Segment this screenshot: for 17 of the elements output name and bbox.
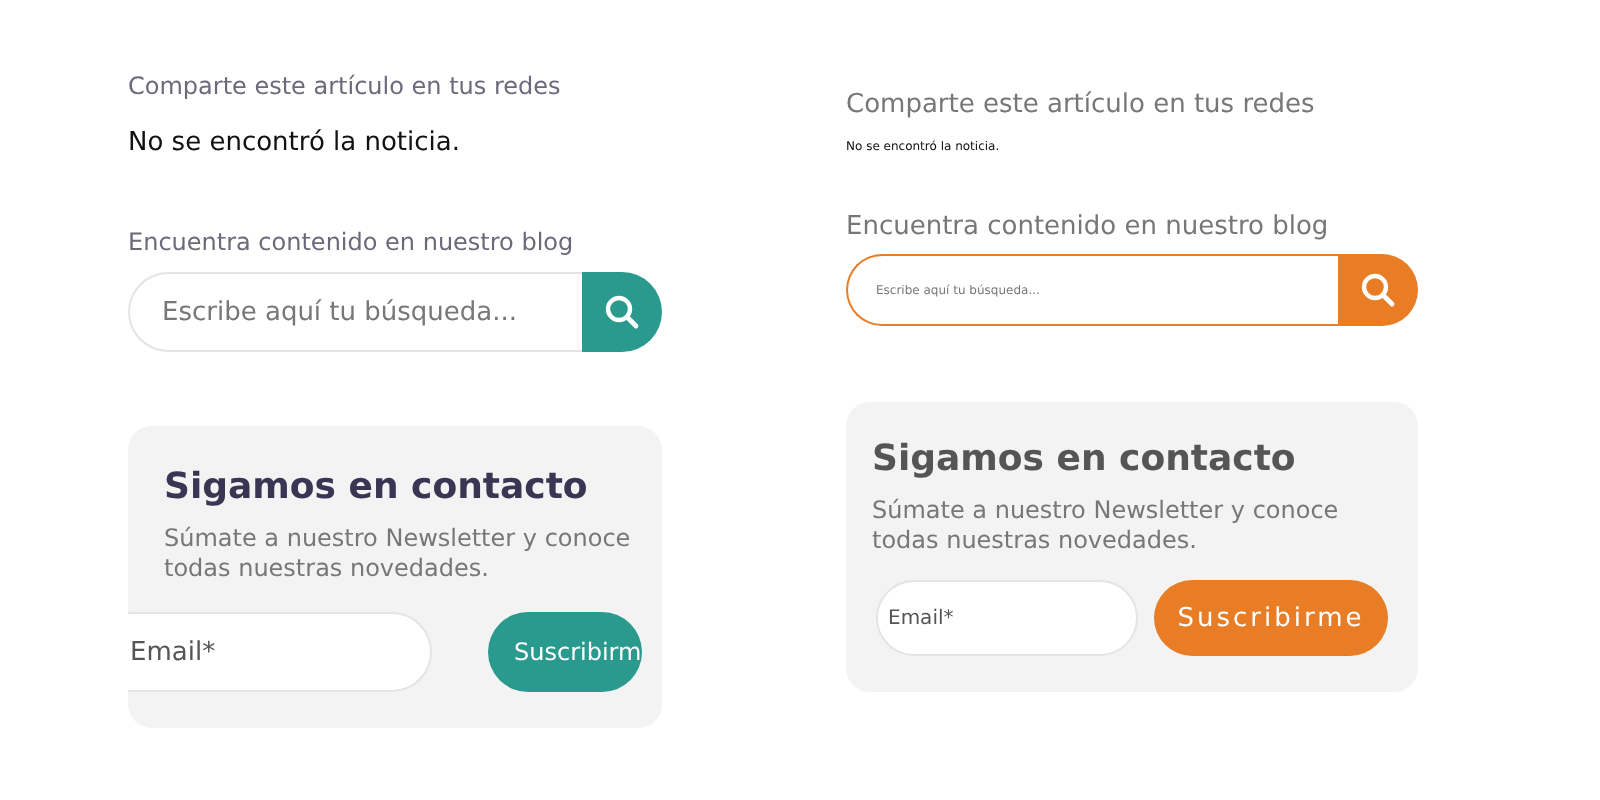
search-button[interactable] bbox=[582, 272, 662, 352]
share-label: Comparte este artículo en tus redes bbox=[128, 72, 563, 100]
search-button[interactable] bbox=[1338, 254, 1418, 326]
subscribe-button[interactable]: Suscribirm bbox=[488, 612, 642, 692]
blog-search-label: Encuentra contenido en nuestro blog bbox=[846, 212, 1331, 242]
newsletter-description: Súmate a nuestro Newsletter y conoce todas nuestras novedades. bbox=[164, 524, 633, 584]
newsletter-title: Sigamos en contacto bbox=[872, 438, 1298, 480]
share-label: Comparte este artículo en tus redes bbox=[846, 90, 1317, 120]
search-icon bbox=[1360, 272, 1396, 308]
subscribe-button[interactable]: Suscribirme bbox=[1154, 580, 1388, 656]
blog-search-label: Encuentra contenido en nuestro blog bbox=[128, 228, 576, 256]
email-field[interactable]: Email* bbox=[128, 612, 432, 692]
not-found-message: No se encontró la noticia. bbox=[128, 128, 463, 158]
newsletter-description: Súmate a nuestro Newsletter y conoce todas nuestras novedades. bbox=[872, 496, 1341, 556]
newsletter-title: Sigamos en contacto bbox=[164, 466, 590, 508]
search-icon bbox=[604, 294, 640, 330]
email-field[interactable]: Email* bbox=[876, 580, 1138, 656]
